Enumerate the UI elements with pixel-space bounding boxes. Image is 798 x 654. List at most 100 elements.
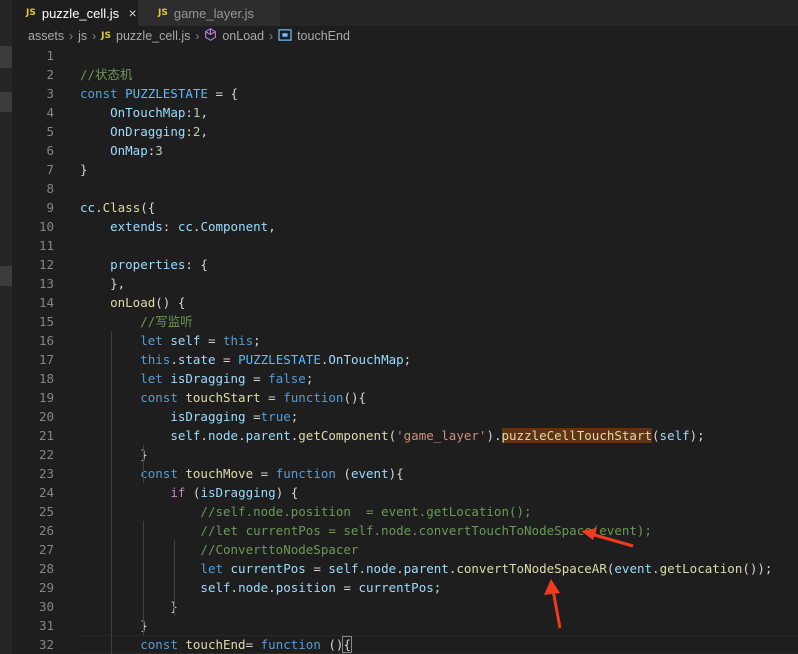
code-token: state bbox=[177, 352, 216, 367]
close-icon[interactable]: × bbox=[127, 5, 138, 21]
code-line[interactable]: 17 this.state = PUZZLESTATE.OnTouchMap; bbox=[12, 350, 798, 369]
code-line[interactable]: 4 OnTouchMap:1, bbox=[12, 103, 798, 122]
breadcrumb-item-file[interactable]: puzzle_cell.js bbox=[116, 29, 190, 43]
line-number: 24 bbox=[38, 485, 54, 500]
code-token: touchStart bbox=[185, 390, 261, 405]
code-line[interactable]: 12 properties: { bbox=[12, 255, 798, 274]
line-number: 19 bbox=[38, 390, 54, 405]
code-token: . bbox=[268, 580, 276, 595]
line-number: 15 bbox=[38, 314, 54, 329]
code-line[interactable]: 11 bbox=[12, 236, 798, 255]
code-line[interactable]: 10 extends: cc.Component, bbox=[12, 217, 798, 236]
tab-game-layer-js[interactable]: JS game_layer.js bbox=[138, 0, 280, 26]
code-text: self.node.position = currentPos; bbox=[80, 578, 441, 597]
code-line[interactable]: 16 let self = this; bbox=[12, 331, 798, 350]
method-cube-icon bbox=[204, 28, 217, 44]
breadcrumb-item-assets[interactable]: assets bbox=[28, 29, 64, 43]
code-token: = bbox=[245, 409, 261, 424]
code-token: this bbox=[223, 333, 254, 348]
code-text: OnDragging:2, bbox=[80, 122, 208, 141]
code-token: = bbox=[335, 580, 359, 595]
code-line[interactable]: 2 //状态机 bbox=[12, 65, 798, 84]
chevron-right-icon: › bbox=[92, 29, 97, 43]
code-text: const touchMove = function (event){ bbox=[80, 464, 403, 483]
code-token: : bbox=[185, 105, 193, 120]
chevron-right-icon: › bbox=[269, 29, 274, 43]
code-line[interactable]: 29 self.node.position = currentPos; bbox=[12, 578, 798, 597]
code-line[interactable]: 22 } bbox=[12, 445, 798, 464]
code-line[interactable]: 26 //let currentPos = self.node.convertT… bbox=[12, 521, 798, 540]
code-line[interactable]: 24 if (isDragging) { bbox=[12, 483, 798, 502]
code-text: //状态机 bbox=[80, 65, 133, 84]
code-token: . bbox=[396, 561, 404, 576]
code-line[interactable]: 5 OnDragging:2, bbox=[12, 122, 798, 141]
breadcrumb-item-touchend[interactable]: touchEnd bbox=[297, 29, 350, 43]
code-text: } bbox=[80, 616, 148, 635]
line-number: 20 bbox=[38, 409, 54, 424]
code-line[interactable]: 15 //写监听 bbox=[12, 312, 798, 331]
code-text: } bbox=[80, 597, 178, 616]
code-token: //self.node.position = event.getLocation… bbox=[200, 504, 532, 519]
line-number: 8 bbox=[46, 181, 54, 196]
code-token: let bbox=[140, 371, 171, 386]
chevron-right-icon: › bbox=[69, 29, 74, 43]
code-line[interactable]: 19 const touchStart = function(){ bbox=[12, 388, 798, 407]
code-text: this.state = PUZZLESTATE.OnTouchMap; bbox=[80, 350, 411, 369]
code-line[interactable]: 31 } bbox=[12, 616, 798, 635]
code-token: self bbox=[200, 580, 231, 595]
code-text: let isDragging = false; bbox=[80, 369, 313, 388]
code-token: ( bbox=[388, 428, 397, 443]
line-number: 29 bbox=[38, 580, 54, 595]
code-line[interactable]: 1 bbox=[12, 46, 798, 65]
code-line[interactable]: 9 cc.Class({ bbox=[12, 198, 798, 217]
code-token: OnTouchMap bbox=[110, 105, 186, 120]
code-line[interactable]: 18 let isDragging = false; bbox=[12, 369, 798, 388]
code-token: //ConverttoNodeSpacer bbox=[200, 542, 359, 557]
code-token: () { bbox=[155, 295, 186, 310]
activity-indicator bbox=[0, 92, 12, 112]
code-line[interactable]: 6 OnMap:3 bbox=[12, 141, 798, 160]
code-token: ; bbox=[290, 409, 299, 424]
code-line[interactable]: 21 self.node.parent.getComponent('game_l… bbox=[12, 426, 798, 445]
code-line[interactable]: 32 const touchEnd= function (){ bbox=[12, 635, 798, 654]
js-file-icon: JS bbox=[26, 8, 36, 18]
code-token: const bbox=[140, 466, 186, 481]
code-token: isDragging bbox=[200, 485, 276, 500]
code-token: node bbox=[238, 580, 269, 595]
code-line[interactable]: 8 bbox=[12, 179, 798, 198]
code-line[interactable]: 20 isDragging =true; bbox=[12, 407, 798, 426]
code-token: { bbox=[342, 636, 352, 653]
code-token: cc bbox=[177, 219, 193, 234]
indent-guide bbox=[143, 521, 144, 635]
code-token: properties bbox=[110, 257, 186, 272]
code-line[interactable]: 27 //ConverttoNodeSpacer bbox=[12, 540, 798, 559]
code-token: self bbox=[170, 428, 201, 443]
breadcrumb-item-js[interactable]: js bbox=[78, 29, 87, 43]
code-editor[interactable]: 1 2//状态机 3 const PUZZLESTATE = {4 OnTouchMa… bbox=[12, 46, 798, 654]
code-token: ). bbox=[486, 428, 502, 443]
code-line[interactable]: 14 onLoad() { bbox=[12, 293, 798, 312]
code-line[interactable]: 30 } bbox=[12, 597, 798, 616]
code-token: ( bbox=[185, 485, 201, 500]
code-token: : bbox=[185, 124, 193, 139]
line-number: 22 bbox=[38, 447, 54, 462]
code-token: ; bbox=[433, 580, 442, 595]
annotation-arrow-icon bbox=[544, 579, 562, 629]
line-number: 9 bbox=[46, 200, 54, 215]
code-line[interactable]: 3 const PUZZLESTATE = { bbox=[12, 84, 798, 103]
code-line[interactable]: 25 //self.node.position = event.getLocat… bbox=[12, 502, 798, 521]
breadcrumb-item-onload[interactable]: onLoad bbox=[222, 29, 264, 43]
code-token: ()); bbox=[742, 561, 773, 576]
code-line[interactable]: 7} bbox=[12, 160, 798, 179]
code-token: Class bbox=[102, 200, 141, 215]
code-line[interactable]: 13 }, bbox=[12, 274, 798, 293]
code-line[interactable]: 23 const touchMove = function (event){ bbox=[12, 464, 798, 483]
line-number: 28 bbox=[38, 561, 54, 576]
code-text: } bbox=[80, 445, 148, 464]
code-line[interactable]: 28 let currentPos = self.node.parent.con… bbox=[12, 559, 798, 578]
tab-puzzle-cell-js[interactable]: JS puzzle_cell.js × bbox=[12, 0, 138, 26]
